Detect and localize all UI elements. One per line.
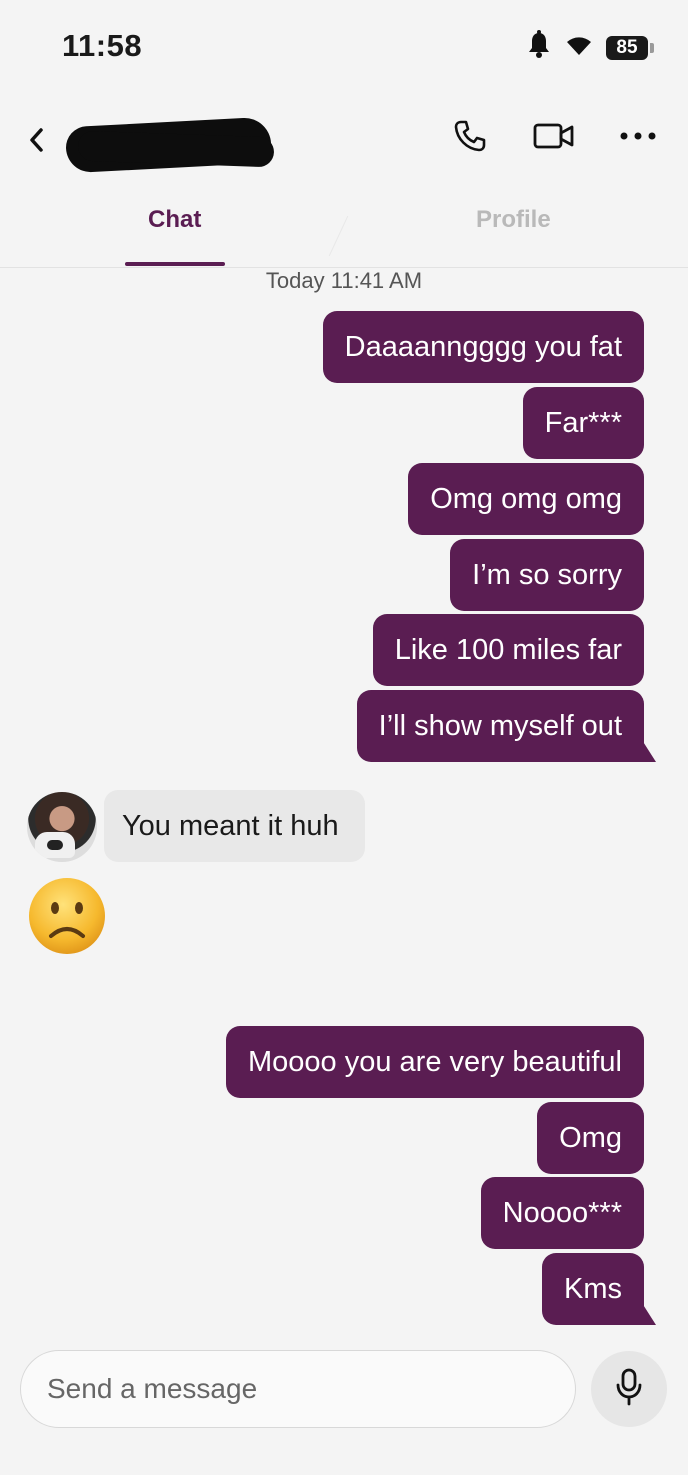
tab-chat[interactable]: Chat <box>148 206 201 234</box>
active-tab-indicator <box>125 262 225 266</box>
status-icons: 85 <box>526 30 654 65</box>
outgoing-message[interactable]: I’m so sorry <box>450 539 644 611</box>
chat-header <box>0 96 688 186</box>
avatar-photo-detail <box>47 840 63 850</box>
status-bar: 11:58 85 <box>0 0 688 96</box>
phone-icon[interactable] <box>444 114 496 158</box>
microphone-button[interactable] <box>591 1351 667 1427</box>
outgoing-message[interactable]: Like 100 miles far <box>372 614 644 686</box>
chevron-left-icon[interactable] <box>22 122 50 158</box>
avatar[interactable] <box>27 792 97 862</box>
more-icon[interactable] <box>612 114 664 158</box>
message-timestamp: Today 11:41 AM <box>265 268 423 293</box>
tab-profile[interactable]: Profile <box>476 206 551 234</box>
wifi-icon <box>564 33 594 62</box>
status-time: 11:58 <box>62 28 143 63</box>
tab-divider <box>328 215 349 257</box>
outgoing-message[interactable]: Moooo you are very beautiful <box>226 1026 644 1098</box>
outgoing-message[interactable]: Far*** <box>522 387 644 459</box>
message-input[interactable] <box>47 1351 547 1427</box>
header-actions <box>444 114 664 158</box>
outgoing-message[interactable]: Daaaanngggg you fat <box>322 311 644 383</box>
microphone-icon <box>615 1368 643 1411</box>
outgoing-message[interactable]: Omg omg omg <box>408 463 644 535</box>
incoming-message[interactable]: You meant it huh <box>104 790 365 862</box>
outgoing-message[interactable]: I’ll show myself out <box>356 690 657 762</box>
contact-name-redacted[interactable] <box>64 114 278 174</box>
video-icon[interactable] <box>528 114 580 158</box>
message-composer <box>20 1350 576 1428</box>
battery-icon: 85 <box>606 35 654 60</box>
tab-bar: Chat Profile <box>0 190 688 268</box>
outgoing-message[interactable]: Omg <box>537 1102 644 1174</box>
outgoing-message[interactable]: Noooo*** <box>480 1177 644 1249</box>
bell-icon <box>526 30 552 65</box>
frowning-face-emoji-icon[interactable] <box>27 876 107 956</box>
outgoing-message[interactable]: Kms <box>542 1253 656 1325</box>
